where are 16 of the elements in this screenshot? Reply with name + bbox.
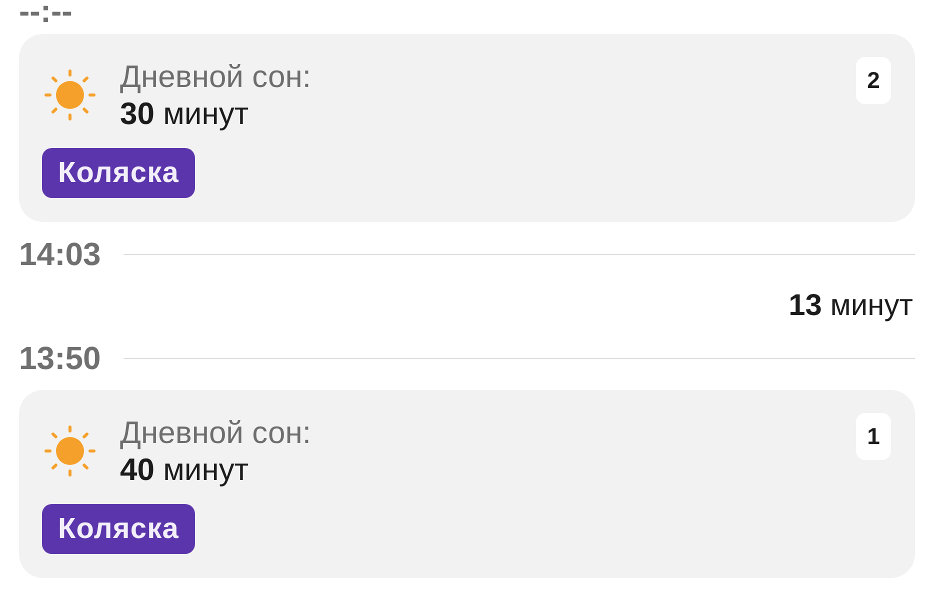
- time-label: 14:03: [19, 236, 101, 272]
- sleep-title: Дневной сон:: [120, 414, 311, 451]
- time-label: 13:50: [19, 340, 101, 376]
- category-tag: Коляска: [42, 504, 196, 554]
- number-badge: 2: [856, 57, 891, 104]
- category-tag: Коляска: [42, 148, 196, 198]
- sleep-card[interactable]: Дневной сон: 40 минут 1 Коляска: [19, 390, 915, 578]
- sleep-title: Дневной сон:: [120, 58, 311, 95]
- interval-text: 13 минут: [788, 288, 913, 324]
- time-label: --:--: [19, 0, 72, 29]
- number-badge: 1: [856, 413, 891, 460]
- sleep-duration: 40 минут: [120, 451, 249, 488]
- sleep-duration: 30 минут: [120, 95, 249, 132]
- sun-icon: [42, 67, 98, 123]
- sleep-card[interactable]: Дневной сон: 30 минут 2 Коляска: [19, 34, 915, 222]
- sun-icon: [42, 423, 98, 479]
